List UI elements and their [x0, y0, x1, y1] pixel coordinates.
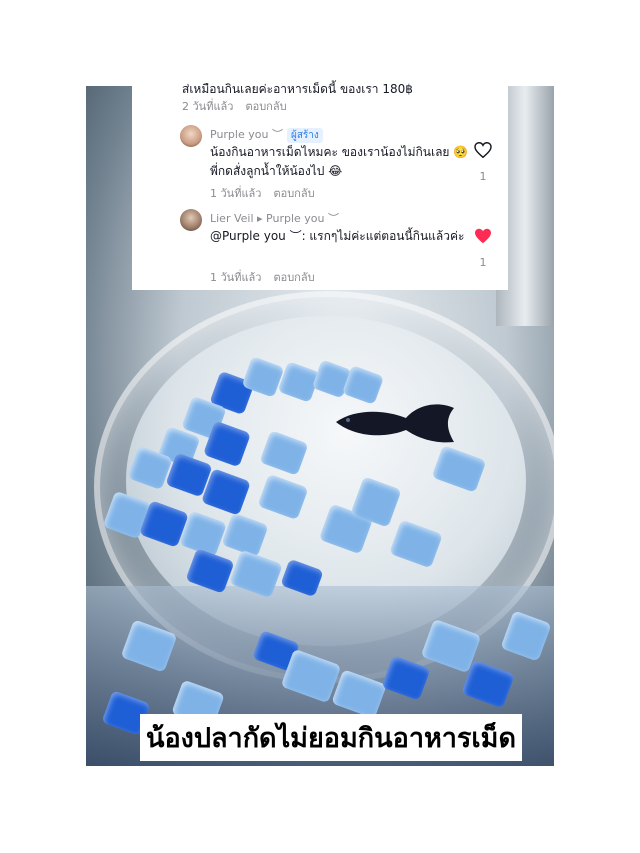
video-caption: น้องปลากัดไม่ยอมกินอาหารเม็ด — [104, 713, 558, 761]
comment-meta: 2 วันที่แล้ว ตอบกลับ — [182, 97, 287, 115]
like-count: 1 — [479, 170, 487, 183]
caption-text: น้องปลากัดไม่ยอมกินอาหารเม็ด — [140, 713, 522, 761]
comment-author[interactable]: Purple you ︶ ผู้สร้าง — [210, 126, 323, 143]
comment-item: ส่เหมือนกินเลยค่ะอาหารเม็ดนี้ ของเรา 180… — [132, 82, 508, 116]
author-name: Purple you ︶ — [210, 128, 283, 141]
comment-meta: 1 วันที่แล้ว ตอบกลับ — [210, 268, 315, 286]
avatar[interactable] — [180, 209, 202, 231]
comment-time: 2 วันที่แล้ว — [182, 100, 234, 113]
comment-item: Lier Veil ▸ Purple you ︶ @Purple you ︶: … — [132, 206, 508, 286]
heart-filled-icon — [472, 228, 494, 248]
reply-button[interactable]: ตอบกลับ — [273, 187, 314, 200]
comment-author[interactable]: Lier Veil ▸ Purple you ︶ — [210, 210, 339, 226]
creator-badge: ผู้สร้าง — [286, 128, 323, 143]
comment-thread-overlay: ส่เหมือนกินเลยค่ะอาหารเม็ดนี้ ของเรา 180… — [132, 82, 508, 290]
comment-meta: 1 วันที่แล้ว ตอบกลับ — [210, 184, 315, 202]
betta-fish — [336, 404, 454, 443]
heart-outline-icon — [472, 141, 494, 162]
reply-button[interactable]: ตอบกลับ — [273, 271, 314, 284]
avatar[interactable] — [180, 125, 202, 147]
reply-button[interactable]: ตอบกลับ — [245, 100, 286, 113]
comment-text: น้องกินอาหารเม็ดไหมคะ ของเราน้องไม่กินเล… — [210, 145, 469, 178]
like-button[interactable]: 1 — [472, 141, 494, 183]
comment-time: 1 วันที่แล้ว — [210, 187, 262, 200]
comment-text: @Purple you ︶: แรกๆไม่ค่ะแต่ตอนนี้กินแล้… — [210, 229, 465, 243]
comment-time: 1 วันที่แล้ว — [210, 271, 262, 284]
comment-item: Purple you ︶ ผู้สร้าง น้องกินอาหารเม็ดไหม… — [132, 122, 508, 202]
like-count: 1 — [479, 256, 487, 269]
like-button[interactable]: 1 — [472, 228, 494, 269]
